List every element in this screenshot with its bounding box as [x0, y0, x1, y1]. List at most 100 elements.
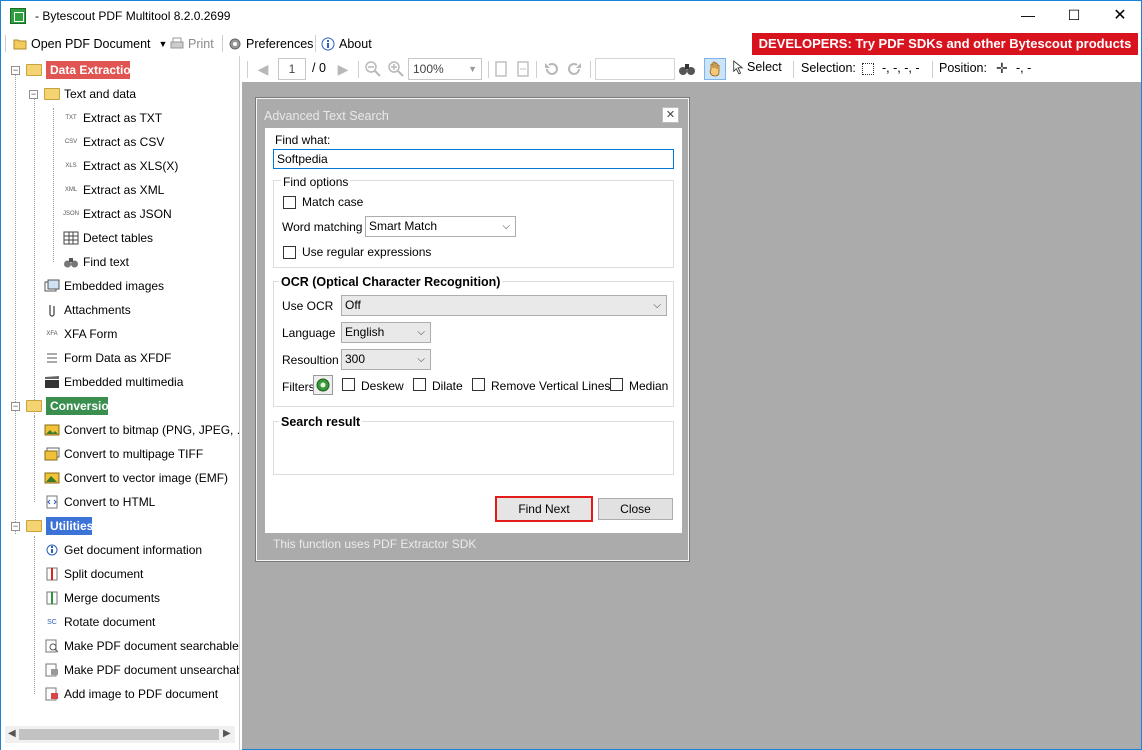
- developers-banner[interactable]: DEVELOPERS: Try PDF SDKs and other Bytes…: [752, 33, 1138, 55]
- median-checkbox[interactable]: [610, 378, 623, 391]
- remove-lines-checkbox[interactable]: [472, 378, 485, 391]
- fit-page-icon[interactable]: [514, 60, 532, 78]
- zoom-out-icon[interactable]: [364, 60, 382, 78]
- find-what-input[interactable]: Softpedia: [273, 149, 674, 169]
- rotate-right-icon[interactable]: [566, 60, 584, 78]
- tree-item-detect-tables[interactable]: Detect tables: [63, 227, 153, 249]
- tree-item-split[interactable]: Split document: [44, 563, 143, 585]
- zoom-in-icon[interactable]: [387, 60, 405, 78]
- tree-label: Extract as TXT: [83, 111, 163, 125]
- tree-node-text-and-data[interactable]: − Text and data: [29, 83, 136, 105]
- tree-item-merge[interactable]: Merge documents: [44, 587, 160, 609]
- minimize-button[interactable]: —: [1005, 1, 1051, 30]
- deskew-checkbox[interactable]: [342, 378, 355, 391]
- toolbar-separator: [793, 61, 794, 78]
- tree-item-embedded-images[interactable]: Embedded images: [44, 275, 164, 297]
- tree-item-embedded-multimedia[interactable]: Embedded multimedia: [44, 371, 183, 393]
- tree-item-find-text[interactable]: Find text: [63, 251, 129, 273]
- tree-label: Get document information: [64, 543, 203, 557]
- tree-item-extract-xls[interactable]: XLS Extract as XLS(X): [63, 155, 178, 177]
- tree-item-make-searchable[interactable]: Make PDF document searchable: [44, 635, 239, 657]
- tree-item-extract-txt[interactable]: TXT Extract as TXT: [63, 107, 162, 129]
- csv-file-icon: CSV: [64, 139, 78, 145]
- maximize-button[interactable]: ☐: [1051, 1, 1097, 30]
- about-button[interactable]: About: [321, 35, 372, 53]
- dialog-close-button[interactable]: ✕: [662, 107, 679, 123]
- filters-label: Filters: [282, 380, 315, 394]
- find-next-button[interactable]: Find Next: [495, 496, 593, 522]
- search-result-group: [273, 421, 674, 475]
- tree-horizontal-scrollbar[interactable]: ◀ ▶: [5, 726, 235, 743]
- resolution-select[interactable]: 300 ⌵: [341, 349, 431, 370]
- position-label: Position:: [939, 61, 987, 75]
- dilate-checkbox[interactable]: [413, 378, 426, 391]
- collapse-toggle[interactable]: −: [11, 401, 20, 411]
- toolbar-separator: [315, 35, 316, 52]
- binoculars-icon[interactable]: [678, 60, 696, 78]
- scrollbar-thumb[interactable]: [19, 729, 219, 740]
- filters-settings-button[interactable]: [313, 375, 333, 395]
- page-total: / 0: [312, 61, 326, 75]
- tree-item-rotate[interactable]: SC Rotate document: [44, 611, 155, 633]
- close-button[interactable]: Close: [598, 498, 673, 520]
- collapse-toggle[interactable]: −: [11, 521, 20, 531]
- previous-page-icon[interactable]: ◀: [254, 60, 272, 78]
- tree-label: Rotate document: [64, 615, 156, 629]
- select-tool-button[interactable]: Select: [732, 59, 782, 75]
- find-what-label: Find what:: [275, 133, 331, 147]
- image-icon: [44, 424, 60, 436]
- hand-icon: [709, 61, 720, 77]
- tree-label: Find text: [83, 255, 130, 269]
- page-number-input[interactable]: 1: [278, 58, 306, 80]
- word-matching-select[interactable]: Smart Match ⌵: [365, 216, 516, 237]
- tree-item-attachments[interactable]: Attachments: [44, 299, 131, 321]
- open-pdf-button[interactable]: Open PDF Document ▼: [13, 35, 167, 53]
- xls-file-icon: XLS: [65, 163, 77, 169]
- use-ocr-select[interactable]: Off ⌵: [341, 295, 667, 316]
- preferences-button[interactable]: Preferences: [228, 35, 313, 53]
- tree-node-utilities[interactable]: − Utilities: [11, 515, 92, 537]
- info-icon: [321, 37, 335, 51]
- close-window-button[interactable]: ✕: [1097, 1, 1142, 30]
- tree-label: Attachments: [64, 303, 131, 317]
- dilate-label: Dilate: [432, 379, 463, 393]
- scroll-left-icon[interactable]: ◀: [8, 728, 16, 739]
- preferences-label: Preferences: [246, 37, 314, 51]
- tree-item-convert-emf[interactable]: Convert to vector image (EMF): [44, 467, 228, 489]
- chevron-down-icon[interactable]: ▼: [159, 39, 168, 49]
- search-input[interactable]: [595, 58, 675, 80]
- hand-tool-button[interactable]: [704, 58, 726, 80]
- tree-item-xfa-form[interactable]: XFA XFA Form: [44, 323, 117, 345]
- regex-checkbox[interactable]: [283, 246, 296, 259]
- zoom-select[interactable]: 100% ▼: [408, 58, 482, 80]
- tree-item-add-image[interactable]: Add image to PDF document: [44, 683, 218, 705]
- tree-item-convert-html[interactable]: Convert to HTML: [44, 491, 155, 513]
- info-icon: [46, 544, 58, 556]
- tree-item-extract-csv[interactable]: CSV Extract as CSV: [63, 131, 165, 153]
- dialog-title: Advanced Text Search: [264, 109, 389, 123]
- tree-item-extract-json[interactable]: JSON Extract as JSON: [63, 203, 172, 225]
- tree-node-conversion[interactable]: − Conversion: [11, 395, 108, 417]
- print-button[interactable]: Print: [170, 35, 214, 53]
- tree-item-make-unsearchable[interactable]: Make PDF document unsearchable: [44, 659, 239, 681]
- tree-item-extract-xml[interactable]: XML Extract as XML: [63, 179, 165, 201]
- tree-item-form-data-xfdf[interactable]: Form Data as XFDF: [44, 347, 171, 369]
- images-icon: [44, 279, 60, 292]
- next-page-icon[interactable]: ▶: [334, 60, 352, 78]
- collapse-toggle[interactable]: −: [11, 65, 20, 75]
- rotate-left-icon[interactable]: [542, 60, 560, 78]
- tree-item-convert-tiff[interactable]: Convert to multipage TIFF: [44, 443, 203, 465]
- pointer-icon: [733, 60, 744, 75]
- folder-open-icon: [26, 400, 42, 412]
- tree-item-get-info[interactable]: Get document information: [44, 539, 202, 561]
- toolbar-grip: [5, 35, 6, 52]
- tree-node-data-extraction[interactable]: − Data Extraction: [11, 59, 130, 81]
- match-case-checkbox[interactable]: [283, 196, 296, 209]
- toolbar-separator: [222, 35, 223, 52]
- language-select[interactable]: English ⌵: [341, 322, 431, 343]
- scroll-right-icon[interactable]: ▶: [223, 728, 231, 739]
- tree-label: Extract as CSV: [83, 135, 165, 149]
- tree-item-convert-bitmap[interactable]: Convert to bitmap (PNG, JPEG, ...): [44, 419, 239, 441]
- collapse-toggle[interactable]: −: [29, 89, 38, 99]
- single-page-icon[interactable]: [492, 60, 510, 78]
